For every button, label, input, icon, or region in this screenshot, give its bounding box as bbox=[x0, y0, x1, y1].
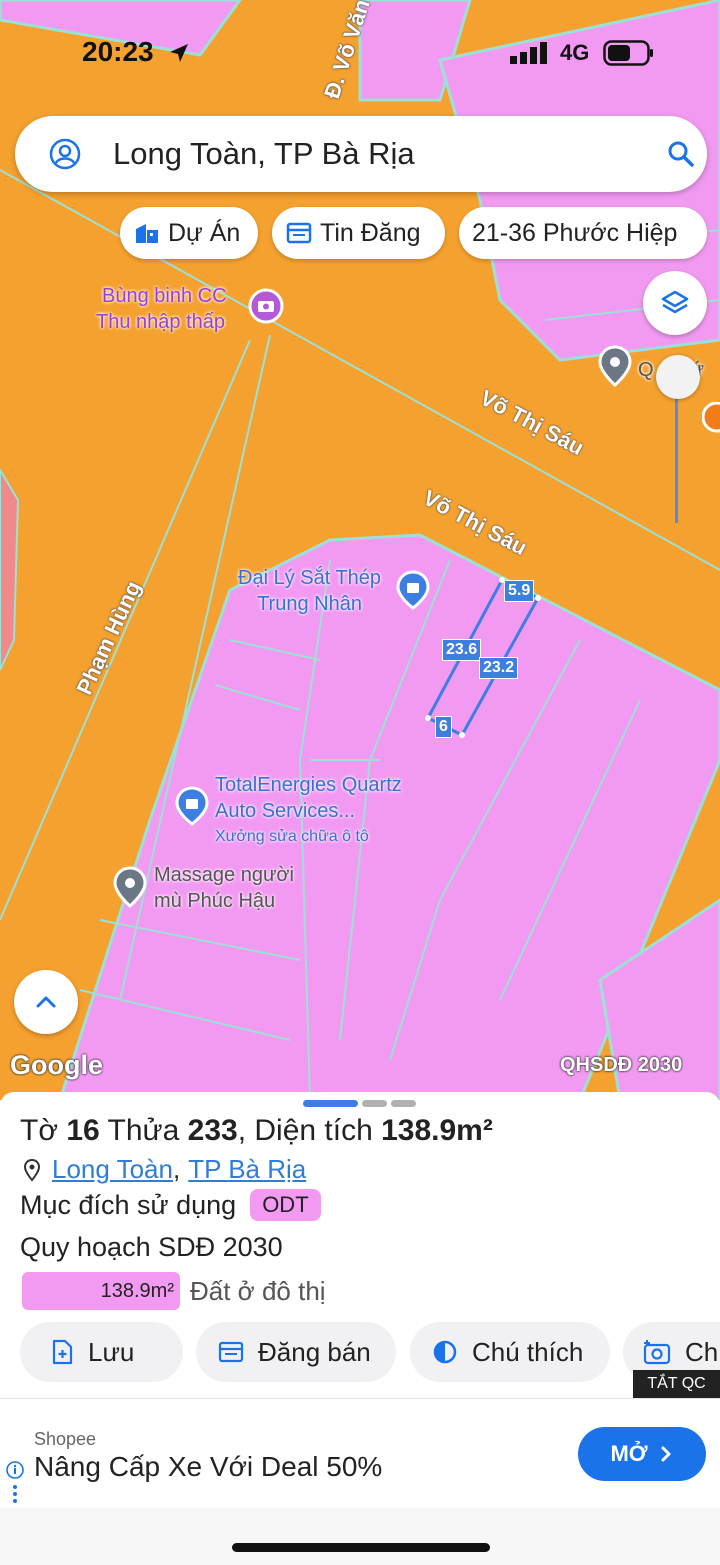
location-pin-icon[interactable] bbox=[597, 345, 633, 387]
chip-listings[interactable]: Tin Đăng bbox=[272, 207, 445, 259]
poi-name: Trung Nhân bbox=[257, 593, 362, 615]
add-photo-icon bbox=[643, 1340, 671, 1365]
sheet-handle-dot bbox=[391, 1100, 416, 1107]
signal-icon bbox=[510, 42, 547, 64]
poi-steel-shop[interactable]: Đại Lý Sắt Thép Trung Nhân bbox=[238, 565, 381, 617]
opacity-slider-track[interactable] bbox=[675, 378, 678, 523]
parcel-title: Tờ 16 Thửa 233, Diện tích 138.9m² bbox=[20, 1114, 493, 1148]
poi-name: Đại Lý Sắt Thép bbox=[238, 567, 382, 589]
photo-label: Ch bbox=[685, 1336, 719, 1367]
dimension-label: 23.2 bbox=[479, 657, 519, 679]
dimension-label: 23.6 bbox=[442, 639, 482, 661]
planning-row: 138.9m² Đất ở đô thị bbox=[22, 1272, 326, 1310]
legend-label: Chú thích bbox=[472, 1336, 584, 1367]
shopping-pin-icon[interactable] bbox=[174, 786, 210, 826]
sheet-handle[interactable] bbox=[303, 1100, 358, 1107]
chip-label: 21-36 Phước Hiệp bbox=[472, 218, 678, 247]
plot-number: 233 bbox=[187, 1114, 238, 1147]
ward-link[interactable]: Long Toàn bbox=[52, 1154, 173, 1185]
planning-type: Đất ở đô thị bbox=[190, 1275, 326, 1306]
calendar-icon bbox=[286, 222, 312, 244]
ad-title: Nâng Cấp Xe Với Deal 50% bbox=[34, 1451, 383, 1482]
ad-open-button[interactable]: MỞ bbox=[578, 1427, 706, 1481]
google-logo: Google bbox=[10, 1050, 103, 1080]
save-button[interactable]: Lưu bbox=[20, 1322, 183, 1382]
purpose-label: Mục đích sử dụng bbox=[20, 1189, 237, 1220]
status-time: 20:23 bbox=[82, 36, 154, 67]
purpose-code-badge: ODT bbox=[250, 1189, 321, 1221]
search-bar[interactable]: Long Toàn, TP Bà Rịa bbox=[15, 116, 707, 192]
poi-name: Q bbox=[638, 359, 654, 381]
layers-icon bbox=[661, 290, 689, 314]
calendar-icon bbox=[218, 1341, 244, 1363]
parcel-location: Long Toàn , TP Bà Rịa bbox=[20, 1154, 306, 1185]
legend-button[interactable]: Chú thích bbox=[410, 1322, 610, 1382]
post-sale-label: Đăng bán bbox=[258, 1336, 371, 1367]
map-view[interactable]: Đ. Võ Văn Võ Thị Sáu Võ Thị Sáu Phạm Hùn… bbox=[0, 0, 720, 1100]
layers-button[interactable] bbox=[643, 271, 707, 335]
poi-name: TotalEnergies Quartz bbox=[215, 774, 402, 796]
add-document-icon bbox=[52, 1339, 73, 1365]
city-link[interactable]: TP Bà Rịa bbox=[188, 1154, 306, 1185]
post-sale-button[interactable]: Đăng bán bbox=[196, 1322, 396, 1382]
area-label: , Diện tích bbox=[237, 1114, 373, 1147]
contrast-icon bbox=[433, 1340, 457, 1364]
poi-massage[interactable]: Massage người mù Phúc Hậu bbox=[154, 862, 294, 914]
status-bar: 20:23 4G bbox=[0, 0, 720, 100]
save-label: Lưu bbox=[88, 1336, 135, 1367]
poi-name: Bùng binh CC bbox=[102, 285, 227, 307]
location-arrow-icon bbox=[170, 44, 188, 62]
poi-name: Massage người bbox=[154, 864, 294, 886]
chip-label: Dự Án bbox=[168, 218, 241, 247]
poi-category: Xưởng sửa chữa ô tô bbox=[215, 828, 369, 845]
battery-icon bbox=[603, 40, 653, 66]
location-separator: , bbox=[172, 1154, 181, 1184]
home-indicator[interactable] bbox=[232, 1543, 490, 1552]
shopping-pin-icon[interactable] bbox=[395, 570, 431, 610]
network-type: 4G bbox=[560, 40, 590, 65]
camera-pin-icon[interactable] bbox=[248, 288, 284, 324]
location-pin-icon[interactable] bbox=[112, 866, 148, 908]
chevron-right-icon bbox=[661, 1446, 671, 1462]
sheet-prefix: Tờ bbox=[20, 1114, 58, 1147]
planning-area-swatch: 138.9m² bbox=[22, 1272, 180, 1310]
ad-source: Shopee bbox=[34, 1429, 97, 1449]
land-use-purpose: Mục đích sử dụng ODT bbox=[20, 1189, 321, 1221]
close-ad-button[interactable]: TẮT QC bbox=[633, 1370, 720, 1398]
chip-projects[interactable]: Dự Án bbox=[120, 207, 258, 259]
account-icon[interactable] bbox=[49, 138, 81, 170]
area-value: 138.9m² bbox=[381, 1114, 493, 1147]
dimension-label: 6 bbox=[435, 716, 452, 738]
plot-label: Thửa bbox=[107, 1114, 180, 1147]
opacity-slider-thumb[interactable] bbox=[656, 355, 700, 399]
building-icon bbox=[136, 224, 158, 243]
chevron-up-icon bbox=[36, 996, 56, 1008]
sheet-handle-dot bbox=[362, 1100, 387, 1107]
search-icon[interactable] bbox=[665, 138, 697, 170]
chip-label: Tin Đăng bbox=[320, 218, 421, 247]
poi-name: Auto Services... bbox=[215, 800, 356, 822]
poi-name: Thu nhập thấp bbox=[96, 311, 225, 333]
poi-name: mù Phúc Hậu bbox=[154, 890, 276, 912]
dimension-label: 5.9 bbox=[504, 580, 535, 602]
chip-address[interactable]: 21-36 Phước Hiệp bbox=[459, 207, 707, 259]
poi-roundabout[interactable]: Bùng binh CC Thu nhập thấp bbox=[96, 283, 227, 335]
expand-up-button[interactable] bbox=[14, 970, 78, 1034]
search-input[interactable]: Long Toàn, TP Bà Rịa bbox=[113, 136, 415, 172]
sheet-number: 16 bbox=[66, 1114, 100, 1147]
ad-banner[interactable]: Shopee Nâng Cấp Xe Với Deal 50% MỞ bbox=[0, 1398, 720, 1508]
planning-label: Quy hoạch SDĐ 2030 bbox=[20, 1232, 283, 1262]
location-pin-icon bbox=[23, 1158, 41, 1182]
ad-open-label: MỞ bbox=[610, 1441, 648, 1466]
poi-auto-services[interactable]: TotalEnergies Quartz Auto Services... Xư… bbox=[215, 772, 402, 850]
info-icon[interactable] bbox=[6, 1461, 24, 1507]
restaurant-pin-icon[interactable] bbox=[702, 402, 720, 438]
layer-name-label: QHSDĐ 2030 bbox=[560, 1054, 683, 1076]
